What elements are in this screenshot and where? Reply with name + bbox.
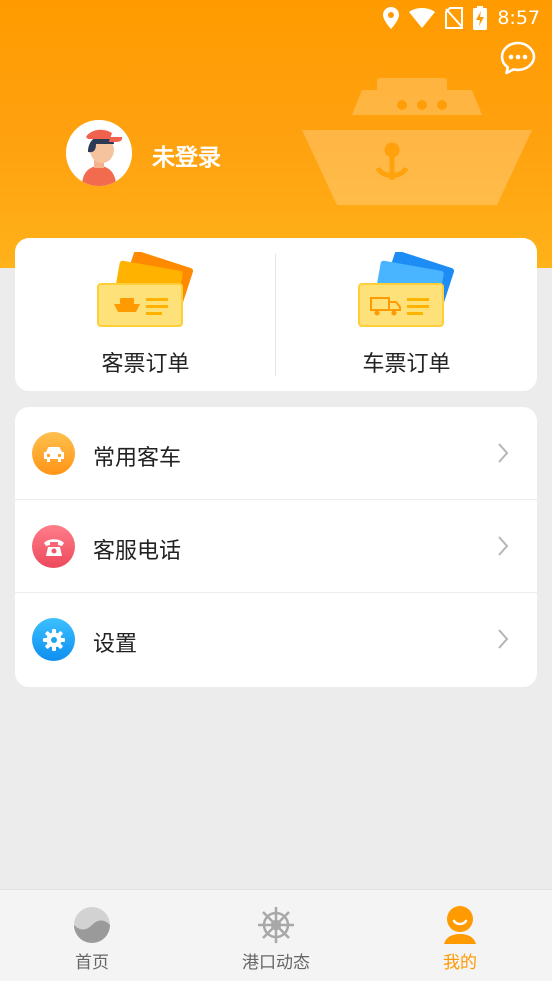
vehicle-ticket-orders-button[interactable]: 车票订单 (276, 238, 537, 391)
menu-item-frequent-passengers[interactable]: 常用客车 (15, 407, 537, 500)
car-icon (43, 446, 64, 462)
person-icon (444, 906, 476, 944)
home-wave-icon (74, 907, 110, 943)
menu-item-label: 设置 (93, 632, 138, 657)
phone-icon (43, 538, 64, 556)
phone-icon-badge (32, 525, 75, 568)
menu-list: 常用客车 客服电话 设置 (15, 407, 537, 687)
truck-ticket-icon (357, 252, 454, 327)
user-avatar-icon (66, 120, 132, 186)
profile-header: 8:57 未登录 (0, 0, 552, 268)
menu-item-label: 常用客车 (93, 446, 182, 471)
tab-label: 首页 (75, 953, 109, 973)
car-icon-badge (32, 432, 75, 475)
status-time: 8:57 (497, 7, 540, 29)
tab-mine[interactable]: 我的 (368, 890, 552, 981)
chevron-right-icon (498, 443, 509, 463)
tab-label: 我的 (443, 953, 477, 973)
login-status[interactable]: 未登录 (152, 138, 221, 172)
no-sim-icon (445, 7, 464, 29)
wifi-icon (409, 8, 436, 28)
tab-home[interactable]: 首页 (0, 890, 184, 981)
ship-wheel-icon (258, 907, 294, 943)
chevron-right-icon (498, 536, 509, 556)
gear-icon-badge (32, 618, 75, 661)
menu-item-label: 客服电话 (93, 539, 182, 564)
status-bar: 8:57 (0, 0, 552, 38)
menu-item-settings[interactable]: 设置 (15, 593, 537, 686)
gear-icon (42, 628, 65, 651)
bottom-tab-bar: 首页 港口动态 我的 (0, 889, 552, 981)
passenger-ticket-orders-button[interactable]: 客票订单 (15, 238, 276, 391)
passenger-ticket-orders-label: 客票订单 (101, 352, 190, 377)
chevron-right-icon (498, 629, 509, 649)
battery-charging-icon (473, 6, 488, 30)
ship-ticket-icon (96, 252, 193, 327)
vehicle-ticket-orders-label: 车票订单 (362, 352, 451, 377)
tab-label: 港口动态 (242, 953, 310, 973)
ship-watermark-icon (302, 78, 532, 205)
ticket-orders-card: 客票订单 车票订单 (15, 238, 537, 391)
tab-port-news[interactable]: 港口动态 (184, 890, 368, 981)
avatar[interactable] (66, 120, 132, 186)
menu-item-customer-service[interactable]: 客服电话 (15, 500, 537, 593)
location-icon (383, 7, 400, 29)
